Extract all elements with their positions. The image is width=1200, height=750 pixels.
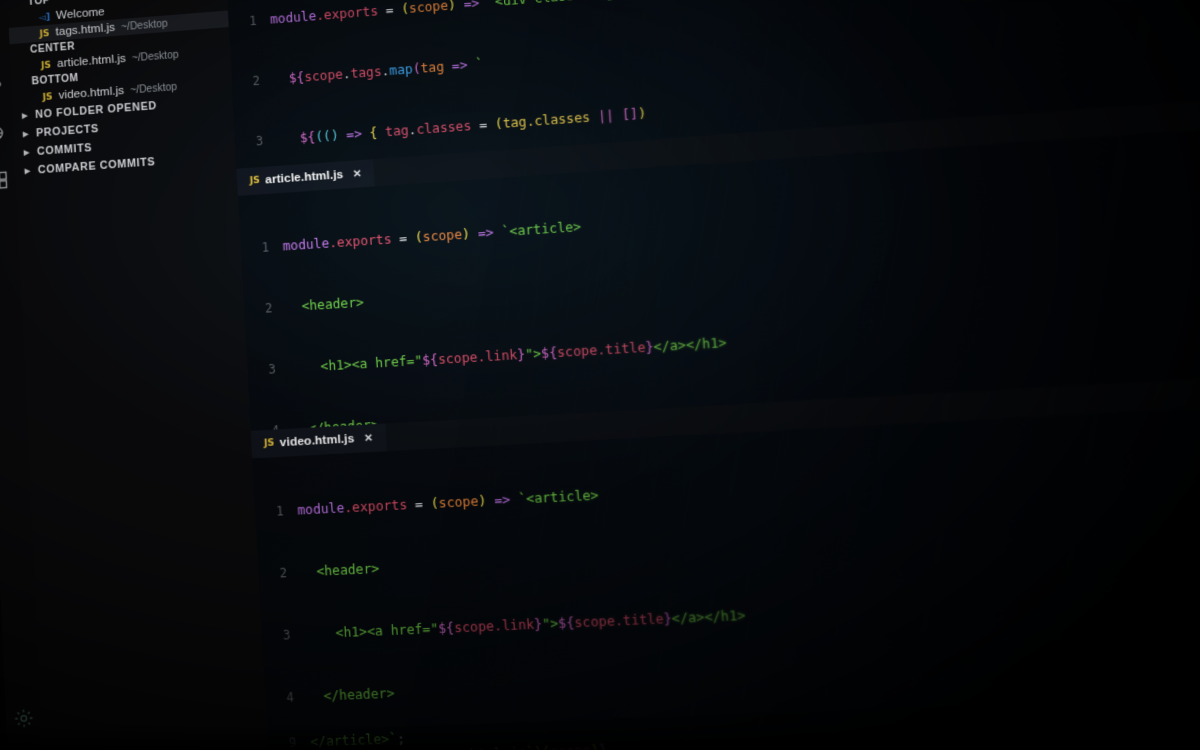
code-editor-video[interactable]: 1 module.exports = (scope) => `<article> … (252, 400, 1200, 750)
tab-label: article.html.js (264, 168, 344, 187)
code-line: 4 </header> (265, 645, 1200, 710)
vscode-icon: ◅] (38, 12, 51, 24)
code-text: ${require(`./tags.html.js`)(scope)} (342, 741, 608, 750)
open-editor-path: ~/Desktop (129, 81, 178, 97)
close-icon[interactable]: ✕ (352, 168, 362, 180)
sidebar-section-label: COMPARE COMMITS (37, 155, 156, 177)
code-text: <h1><a href="${scope.link}">${scope.titl… (335, 608, 747, 641)
js-icon: JS (249, 175, 261, 187)
js-icon: JS (39, 28, 50, 40)
js-icon: JS (40, 60, 52, 72)
chevron-right-icon: ▶ (21, 112, 29, 121)
editor-pane-bottom: JS video.html.js ✕ 1 module.exports = (sc… (250, 370, 1200, 750)
code-line: 5 ${require(`./tags.html.js`)(scope)} (268, 712, 1200, 750)
js-icon: JS (42, 92, 53, 104)
gear-icon[interactable] (7, 693, 40, 743)
close-icon[interactable]: ✕ (364, 432, 374, 444)
code-text: </header> (323, 686, 395, 705)
vscode-window: EXPLORER ▶ OPEN EDITORS TOP ◅] Welcome J… (0, 0, 1200, 750)
open-editor-path: ~/Desktop (120, 18, 168, 34)
code-text: module.exports = (scope) => `<article> (297, 487, 600, 518)
editor-area: ◅] Welcome JS tags.html.js ✕ 1module.exp… (224, 0, 1200, 750)
debug-icon[interactable] (0, 109, 13, 158)
line-number: 3 (255, 133, 264, 149)
line-number: 4 (286, 690, 295, 706)
js-icon: JS (263, 438, 275, 450)
sidebar-section-label: COMMITS (36, 141, 93, 159)
extensions-icon[interactable] (0, 156, 15, 205)
code-line: 1 module.exports = (scope) => `<article> (255, 447, 1200, 523)
tab-label: video.html.js (279, 432, 355, 450)
screen-wrapper: EXPLORER ▶ OPEN EDITORS TOP ◅] Welcome J… (0, 0, 1200, 750)
chevron-right-icon: ▶ (23, 149, 31, 157)
open-editor-name: Welcome (55, 5, 105, 23)
line-number: 1 (261, 239, 270, 255)
line-number: 1 (275, 503, 285, 519)
line-number: 3 (282, 627, 291, 644)
line-number: 2 (264, 300, 273, 316)
source-control-icon[interactable] (0, 62, 11, 111)
search-icon[interactable] (0, 15, 8, 64)
code-line: 3 <h1><a href="${scope.link}">${scope.ti… (261, 579, 1200, 648)
chevron-right-icon: ▶ (24, 167, 31, 176)
screenshot-photo: EXPLORER ▶ OPEN EDITORS TOP ◅] Welcome J… (0, 0, 1200, 750)
code-text: <header> (316, 561, 380, 580)
sidebar: EXPLORER ▶ OPEN EDITORS TOP ◅] Welcome J… (5, 0, 272, 750)
line-number: 2 (252, 73, 261, 89)
code-line: 2 <header> (258, 513, 1200, 586)
line-number: 1 (248, 13, 258, 29)
chevron-right-icon: ▶ (22, 130, 30, 139)
line-number: 2 (279, 565, 288, 581)
open-editor-path: ~/Desktop (131, 49, 179, 65)
line-number: 3 (268, 361, 277, 378)
sidebar-section-label: PROJECTS (35, 122, 100, 140)
